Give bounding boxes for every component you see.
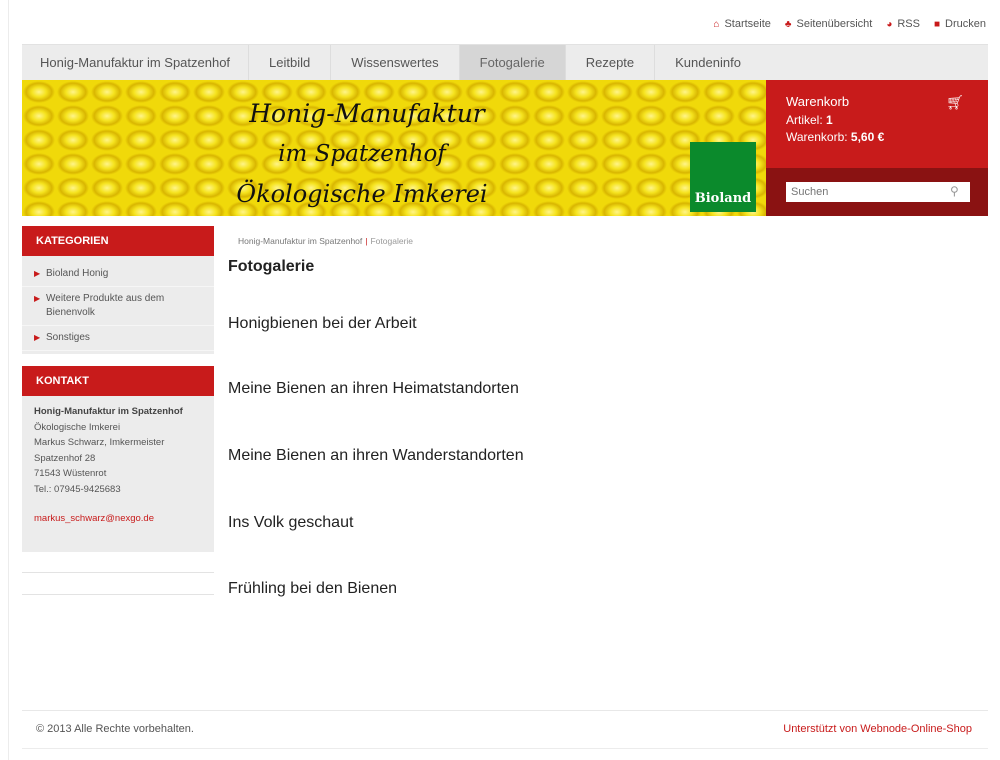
category-label: Weitere Produkte aus dem Bienenvolk [46, 293, 165, 318]
arrow-right-icon: ▶ [34, 269, 41, 278]
gallery-link[interactable]: Ins Volk geschaut [228, 514, 353, 532]
toplink-label: Seitenübersicht [796, 18, 873, 30]
arrow-right-icon: ▶ [34, 333, 41, 342]
cart-total-line: Warenkorb: 5,60 € [786, 129, 968, 146]
sidebar-divider [22, 594, 214, 595]
contact-line: Ökologische Imkerei [34, 421, 121, 433]
breadcrumb-separator: | [365, 236, 368, 246]
gallery-link[interactable]: Meine Bienen an ihren Heimatstandorten [228, 380, 519, 398]
contact-box: KONTAKT Honig-Manufaktur im Spatzenhof Ö… [22, 366, 214, 552]
contact-line: 71543 Wüstenrot [34, 468, 107, 479]
contact-name: Honig-Manufaktur im Spatzenhof [34, 406, 183, 417]
banner-line-2: im Spatzenhof [278, 141, 446, 167]
cart-title[interactable]: Warenkorb [786, 94, 968, 109]
toplink-sitemap[interactable]: ♣ Seitenübersicht [785, 18, 872, 30]
toplink-rss[interactable]: ◕ RSS [886, 18, 920, 30]
search-icon[interactable]: ⚲ [950, 184, 959, 198]
footer-bottom-divider [22, 748, 988, 749]
cart-total-value: 5,60 € [850, 130, 885, 144]
contact-phone: Tel.: 07945-9425683 [34, 483, 121, 495]
contact-line: Markus Schwarz, Imkermeister [34, 437, 165, 448]
contact-details: Honig-Manufaktur im Spatzenhof Ökologisc… [22, 396, 214, 535]
category-label: Sonstiges [46, 332, 90, 343]
sidebar-divider [22, 572, 214, 573]
cart-items-label: Artikel: [786, 113, 823, 127]
category-item[interactable]: ▶ Bioland Honig [22, 262, 214, 287]
banner-title[interactable]: Honig-Manufaktur im Spatzenhof Ökologisc… [212, 94, 512, 214]
category-item[interactable]: ▶ Weitere Produkte aus dem Bienenvolk [22, 287, 214, 326]
contact-line: Spatzenhof 28 [34, 452, 96, 464]
rss-icon: ◕ [886, 18, 893, 30]
page-left-border [8, 0, 9, 760]
top-utility-links: ⌂ Startseite ♣ Seitenübersicht ◕ RSS ■ Druck… [713, 18, 986, 30]
toplink-label: Drucken [945, 18, 986, 30]
main-navigation: Honig-Manufaktur im Spatzenhof Leitbild … [22, 44, 988, 81]
footer-powered-by-link[interactable]: Unterstützt von Webnode-Online-Shop [783, 723, 972, 735]
categories-heading: KATEGORIEN [22, 226, 214, 256]
tab-rezepte[interactable]: Rezepte [566, 45, 656, 81]
sitemap-icon: ♣ [784, 18, 792, 30]
cart-items-line: Artikel: 1 [786, 112, 968, 129]
tab-wissenswertes[interactable]: Wissenswertes [331, 45, 460, 81]
tab-leitbild[interactable]: Leitbild [249, 45, 332, 81]
footer-divider [22, 710, 988, 711]
search-area: ⚲ [766, 168, 988, 216]
contact-heading: KONTAKT [22, 366, 214, 396]
gallery-link[interactable]: Meine Bienen an ihren Wanderstandorten [228, 447, 524, 465]
breadcrumb-current: Fotogalerie [370, 236, 414, 246]
contact-email-link[interactable]: markus_schwarz@nexgo.de [34, 511, 202, 527]
toplink-print[interactable]: ■ Drucken [934, 18, 986, 30]
cart-icon[interactable]: 🛒︎ [946, 94, 964, 111]
cart-items-value: 1 [826, 113, 833, 127]
tab-fotogalerie[interactable]: Fotogalerie [459, 45, 566, 81]
breadcrumb-home-link[interactable]: Honig-Manufaktur im Spatzenhof [238, 236, 362, 246]
arrow-right-icon: ▶ [34, 294, 41, 303]
search-input[interactable] [786, 182, 970, 202]
gallery-link[interactable]: Honigbienen bei der Arbeit [228, 315, 417, 333]
toplink-startseite[interactable]: ⌂ Startseite [713, 18, 771, 30]
toplink-label: RSS [897, 18, 920, 30]
header-banner: Honig-Manufaktur im Spatzenhof Ökologisc… [22, 80, 766, 216]
banner-line-3: Ökologische Imkerei [236, 180, 488, 208]
gallery-link[interactable]: Frühling bei den Bienen [228, 580, 397, 598]
categories-box: KATEGORIEN ▶ Bioland Honig ▶ Weitere Produ… [22, 226, 214, 354]
page-title: Fotogalerie [228, 258, 315, 275]
category-label: Bioland Honig [46, 268, 109, 279]
cart-total-label: Warenkorb: [786, 130, 848, 144]
category-item[interactable]: ▶ Sonstiges [22, 326, 214, 351]
toplink-label: Startseite [724, 18, 771, 30]
tab-kundeninfo[interactable]: Kundeninfo [655, 45, 761, 81]
print-icon: ■ [933, 18, 941, 30]
bioland-logo: Bioland [690, 142, 756, 212]
shopping-cart-box[interactable]: Warenkorb 🛒︎ Artikel: 1 Warenkorb: 5,60 … [766, 80, 988, 168]
home-icon: ⌂ [713, 18, 720, 30]
banner-line-1: Honig-Manufaktur [249, 99, 485, 128]
breadcrumb: Honig-Manufaktur im Spatzenhof | Fotogaler… [238, 236, 413, 246]
footer-copyright: © 2013 Alle Rechte vorbehalten. [36, 723, 194, 735]
tab-home[interactable]: Honig-Manufaktur im Spatzenhof [22, 45, 250, 81]
